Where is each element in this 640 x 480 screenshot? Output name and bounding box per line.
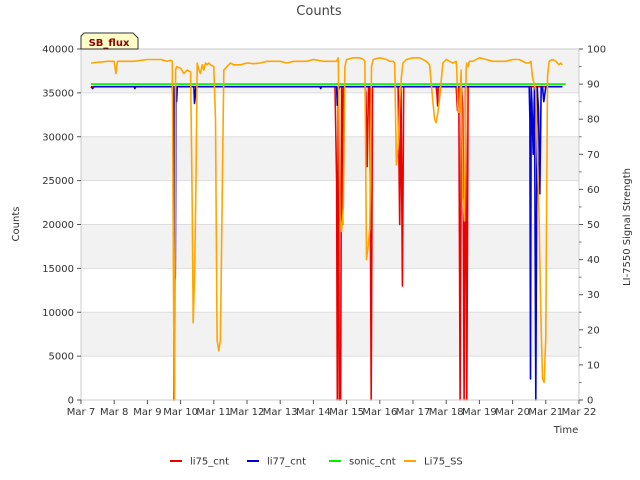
x-axis: Mar 7 Mar 8 Mar 9 Mar 10Mar 11Mar 12Mar 13M… bbox=[67, 400, 597, 418]
y-tick-label: 15000 bbox=[42, 264, 74, 275]
x-tick-label: Mar 9 bbox=[133, 407, 161, 418]
y-tick-label: 25000 bbox=[42, 176, 74, 187]
x-axis-label: Time bbox=[553, 425, 578, 436]
grid-band bbox=[81, 136, 579, 181]
x-tick-label: Mar 16 bbox=[362, 407, 397, 418]
y-tick-label: 40000 bbox=[42, 45, 74, 56]
x-tick-label: Mar 7 bbox=[67, 407, 95, 418]
y-axis-label: Counts bbox=[11, 207, 22, 242]
legend-label: li75_cnt bbox=[190, 457, 229, 468]
x-tick-label: Mar 15 bbox=[329, 407, 364, 418]
x-tick-label: Mar 11 bbox=[196, 407, 231, 418]
y2-tick-label: 50 bbox=[587, 220, 600, 231]
x-tick-label: Mar 20 bbox=[495, 407, 530, 418]
counts-chart: Mar 7 Mar 8 Mar 9 Mar 10Mar 11Mar 12Mar 13M… bbox=[11, 4, 633, 468]
y2-tick-label: 80 bbox=[587, 115, 600, 126]
y2-tick-label: 90 bbox=[587, 80, 600, 91]
x-tick-label: Mar 13 bbox=[263, 407, 298, 418]
y2-axis-label: LI-7550 Signal Strength bbox=[622, 168, 633, 286]
legend-label: li77_cnt bbox=[267, 457, 306, 468]
y2-tick-label: 60 bbox=[587, 185, 600, 196]
x-tick-label: Mar 17 bbox=[396, 407, 431, 418]
x-tick-label: Mar 22 bbox=[562, 407, 597, 418]
y-axis-left: 0 5000 10000 15000 20000 25000 30000 35000 40000 bbox=[42, 45, 81, 407]
x-tick-label: Mar 8 bbox=[100, 407, 128, 418]
y-tick-label: 0 bbox=[68, 396, 74, 407]
legend-label: sonic_cnt bbox=[349, 457, 396, 468]
x-tick-label: Mar 14 bbox=[296, 407, 331, 418]
grid-band bbox=[81, 312, 579, 357]
chart-title: Counts bbox=[296, 4, 342, 19]
grid-band bbox=[81, 224, 579, 269]
y-tick-label: 35000 bbox=[42, 88, 74, 99]
x-tick-label: Mar 18 bbox=[429, 407, 464, 418]
site-badge-label: SB_flux bbox=[89, 38, 130, 49]
legend: li75_cnt li77_cnt sonic_cnt Li75_SS bbox=[170, 457, 463, 468]
y2-tick-label: 10 bbox=[587, 360, 600, 371]
y2-tick-label: 100 bbox=[587, 45, 606, 56]
y-axis-right: 0 10 20 30 40 50 60 70 80 90 100 bbox=[579, 45, 606, 407]
y2-tick-label: 40 bbox=[587, 255, 600, 266]
x-tick-label: Mar 12 bbox=[230, 407, 265, 418]
y2-tick-label: 70 bbox=[587, 150, 600, 161]
y2-tick-label: 20 bbox=[587, 325, 600, 336]
y-tick-label: 30000 bbox=[42, 132, 74, 143]
site-badge: SB_flux bbox=[80, 32, 139, 50]
x-tick-label: Mar 10 bbox=[163, 407, 198, 418]
y-tick-label: 5000 bbox=[49, 352, 74, 363]
y-tick-label: 20000 bbox=[42, 220, 74, 231]
y2-tick-label: 30 bbox=[587, 290, 600, 301]
x-tick-label: Mar 21 bbox=[528, 407, 563, 418]
y-tick-label: 10000 bbox=[42, 308, 74, 319]
legend-label: Li75_SS bbox=[424, 457, 463, 468]
y2-tick-label: 0 bbox=[587, 396, 593, 407]
x-tick-label: Mar 19 bbox=[462, 407, 497, 418]
